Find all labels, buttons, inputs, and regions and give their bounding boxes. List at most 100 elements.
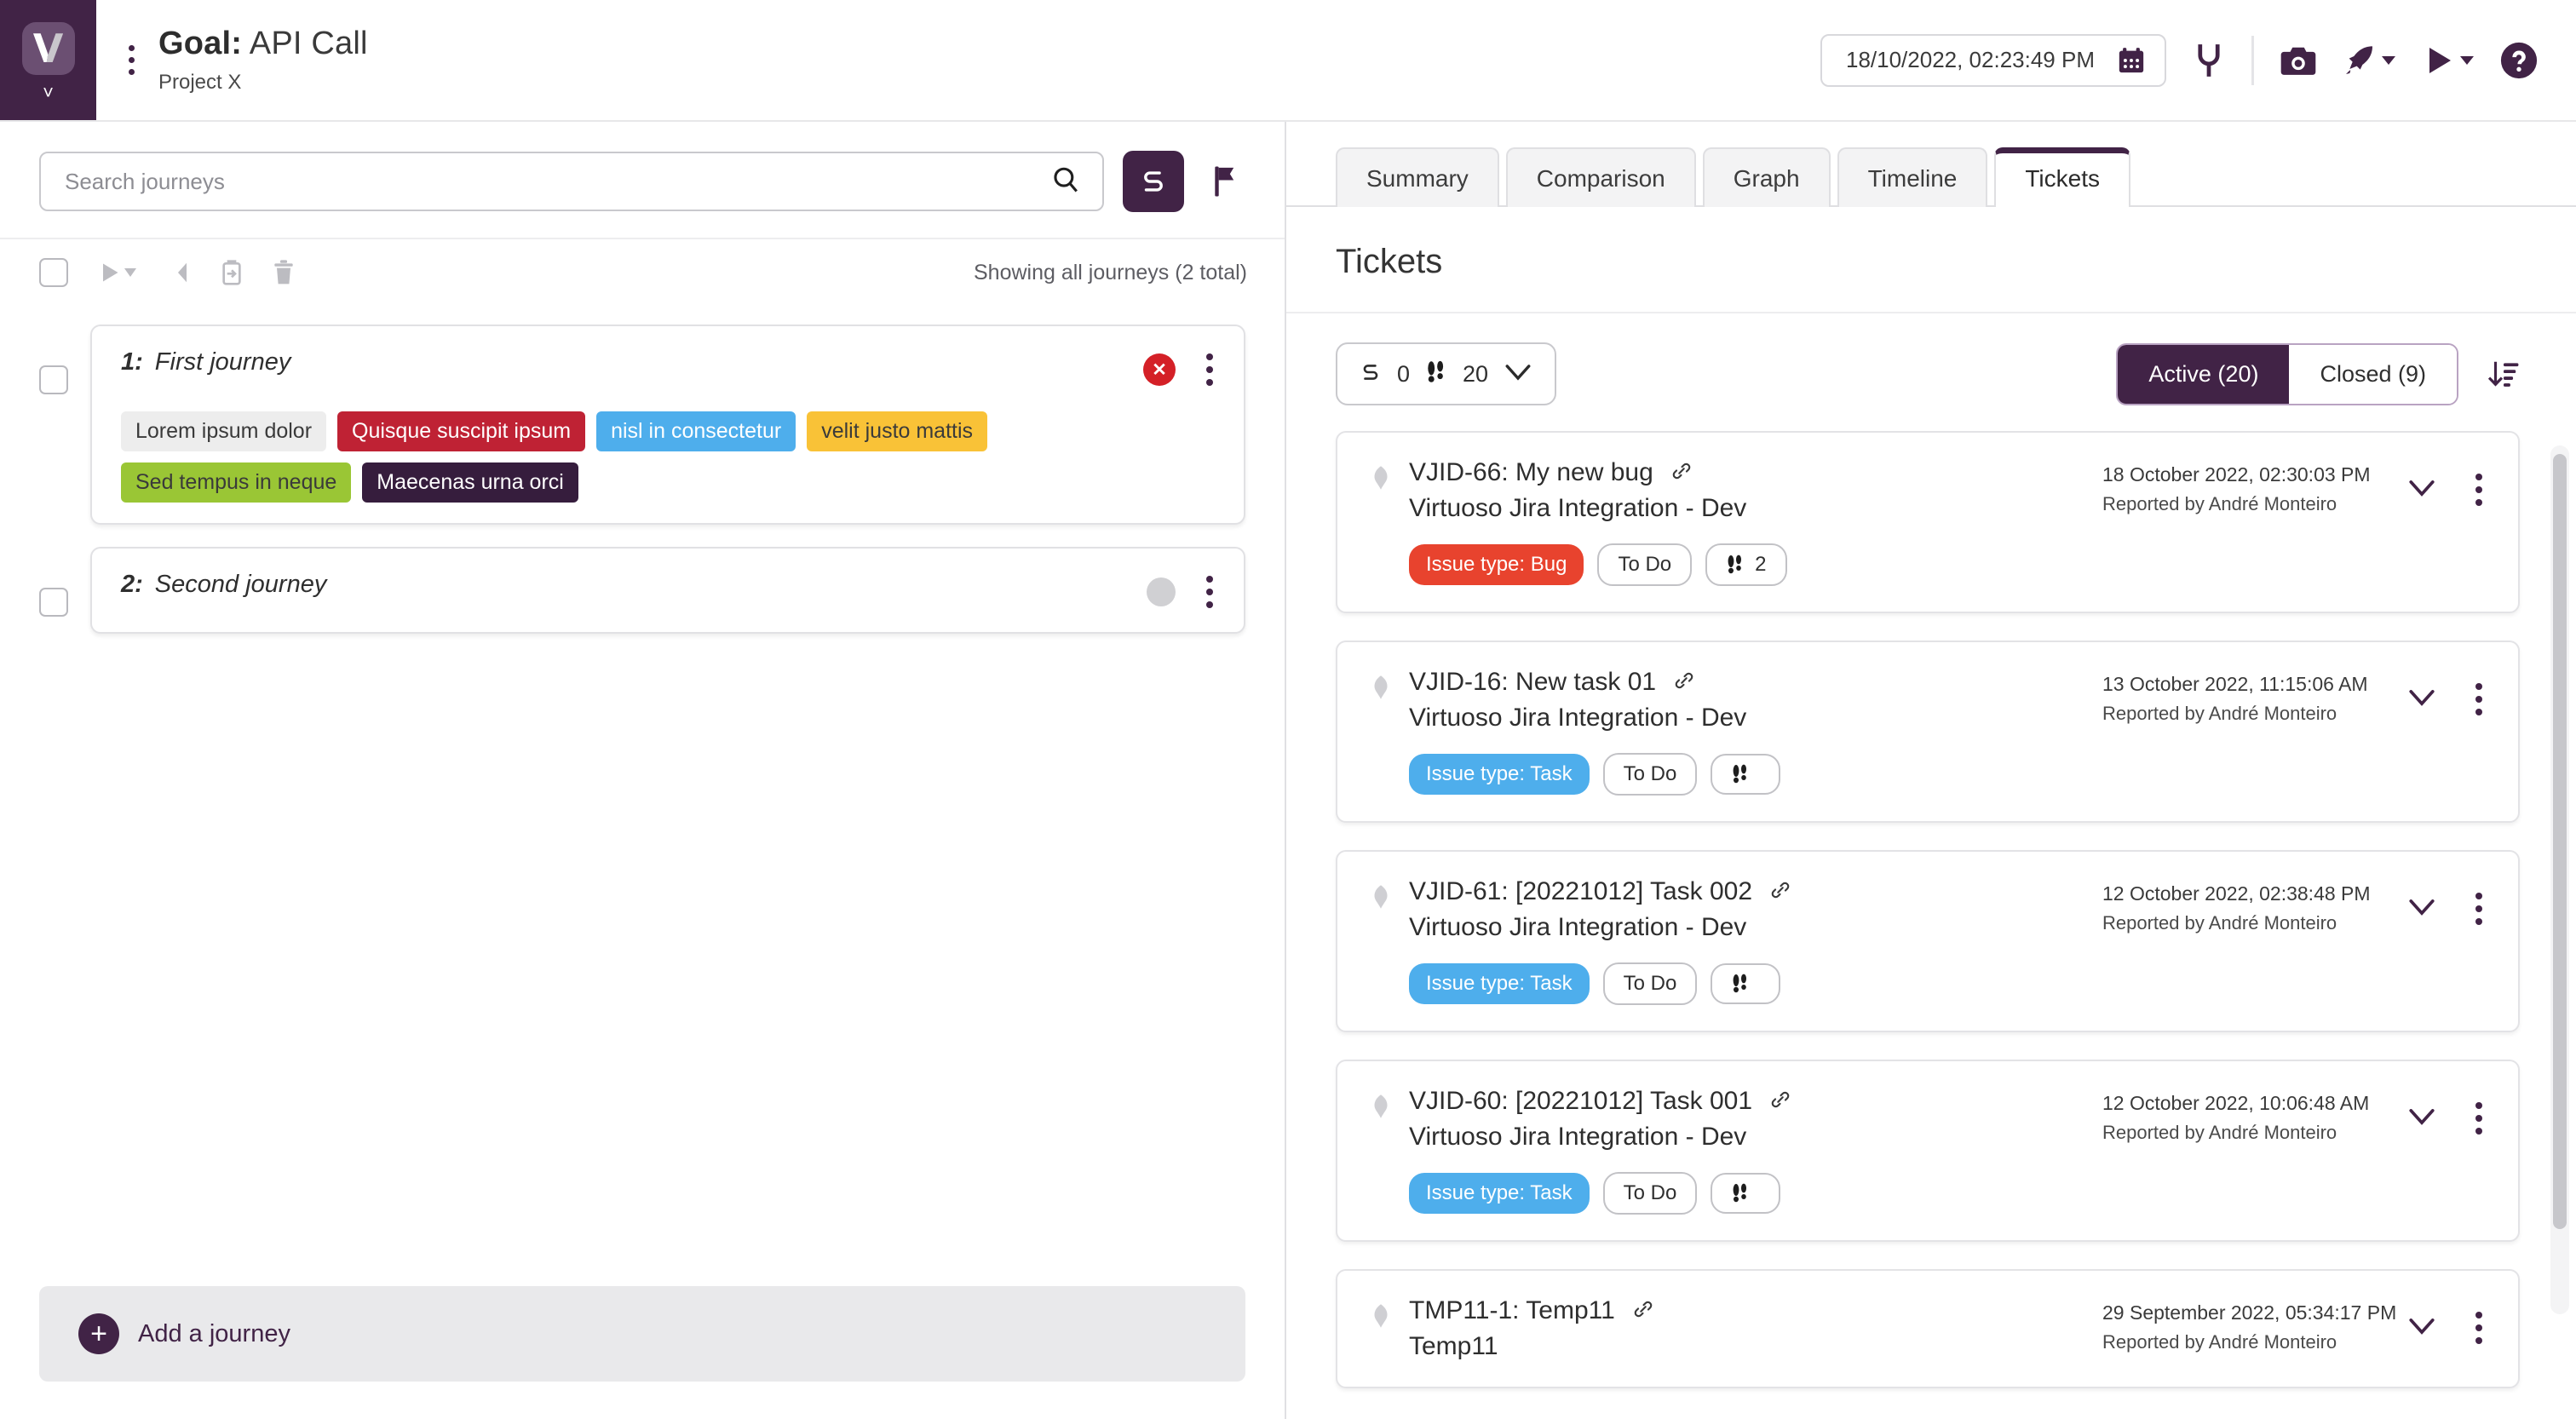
journey-tag[interactable]: Sed tempus in neque (121, 462, 351, 503)
chevron-down-icon[interactable] (1504, 362, 1532, 387)
rocket-icon[interactable] (2343, 43, 2377, 78)
delete-icon[interactable] (273, 259, 295, 286)
issue-type-chip[interactable]: Issue type: Task (1409, 1173, 1590, 1214)
ticket-menu-kebab-icon[interactable] (2469, 680, 2489, 719)
journey-tag[interactable]: Maecenas urna orci (362, 462, 578, 503)
segment-closed[interactable]: Closed (9) (2289, 345, 2457, 404)
journey-tag[interactable]: velit justo mattis (807, 411, 987, 451)
logo-rail[interactable]: V ˅ (0, 0, 96, 120)
status-badge-idle[interactable] (1147, 577, 1176, 606)
camera-icon[interactable] (2280, 44, 2317, 77)
journey-tag[interactable]: Quisque suscipit ipsum (337, 411, 585, 451)
search-input-wrapper[interactable] (39, 152, 1104, 211)
journey-checkbox[interactable] (39, 588, 68, 617)
ticket-card[interactable]: VJID-66: My new bug Virtuoso Jira Integr… (1336, 431, 2520, 613)
tag-icon[interactable] (165, 260, 191, 285)
ticket-steps-chip[interactable] (1711, 1173, 1780, 1214)
run-journeys-icon[interactable] (97, 261, 136, 284)
journey-card[interactable]: 1:First journey ✕ Lorem ipsum dolor Quis… (90, 325, 1245, 525)
tab-timeline[interactable]: Timeline (1837, 147, 1988, 207)
ticket-steps-chip[interactable]: 2 (1705, 543, 1786, 586)
chevron-down-icon[interactable] (2382, 56, 2395, 65)
journey-menu-kebab-icon[interactable] (1199, 350, 1220, 389)
tuning-fork-icon[interactable] (2192, 42, 2226, 79)
link-icon[interactable] (1769, 879, 1791, 905)
app-logo[interactable]: V (22, 22, 75, 75)
ticket-meta: 12 October 2022, 02:38:48 PM Reported by… (2017, 877, 2407, 934)
jira-icon (1370, 1303, 1392, 1361)
expand-ticket-chevron-down-icon[interactable] (2407, 687, 2436, 712)
journey-checkbox[interactable] (39, 365, 68, 394)
link-icon[interactable] (1769, 1089, 1791, 1115)
expand-ticket-chevron-down-icon[interactable] (2407, 1106, 2436, 1131)
ticket-card[interactable]: VJID-16: New task 01 Virtuoso Jira Integ… (1336, 641, 2520, 823)
ticket-title-row: VJID-60: [20221012] Task 001 (1409, 1087, 1791, 1116)
ticket-meta: 13 October 2022, 11:15:06 AM Reported by… (2017, 668, 2407, 725)
ticket-meta: 12 October 2022, 10:06:48 AM Reported by… (2017, 1087, 2407, 1144)
flag-icon[interactable] (1203, 156, 1247, 207)
ticket-steps-chip[interactable] (1711, 754, 1780, 795)
toolbar-divider (2251, 36, 2254, 85)
duplicate-icon[interactable] (220, 259, 244, 286)
ticket-status-chip[interactable]: To Do (1603, 753, 1698, 796)
help-icon[interactable] (2499, 41, 2539, 80)
active-closed-toggle: Active (20) Closed (9) (2116, 343, 2458, 405)
ticket-project: Virtuoso Jira Integration - Dev (1409, 913, 1791, 942)
expand-ticket-chevron-down-icon[interactable] (2407, 1316, 2436, 1341)
ticket-steps-count: 2 (1755, 553, 1766, 577)
ticket-status-chip[interactable]: To Do (1603, 1172, 1698, 1215)
ticket-date: 12 October 2022, 02:38:48 PM (2102, 882, 2407, 905)
expand-ticket-chevron-down-icon[interactable] (2407, 897, 2436, 922)
segment-active[interactable]: Active (20) (2118, 345, 2289, 404)
tab-graph[interactable]: Graph (1703, 147, 1831, 207)
ticket-menu-kebab-icon[interactable] (2469, 470, 2489, 509)
ticket-chips: Issue type: Task To Do (1409, 962, 1791, 1005)
ticket-status-chip[interactable]: To Do (1603, 962, 1698, 1005)
expand-ticket-chevron-down-icon[interactable] (2407, 478, 2436, 503)
status-badge-error[interactable]: ✕ (1143, 353, 1176, 386)
counts-dropdown[interactable]: 0 20 (1336, 342, 1556, 405)
tab-comparison[interactable]: Comparison (1506, 147, 1696, 207)
issue-type-chip[interactable]: Issue type: Task (1409, 754, 1590, 795)
chevron-down-icon[interactable] (2460, 56, 2474, 65)
tickets-scrollbar[interactable] (2550, 445, 2569, 1314)
journey-tag[interactable]: nisl in consectetur (596, 411, 796, 451)
play-menu[interactable] (2421, 43, 2474, 78)
ticket-card[interactable]: TMP11-1: Temp11 Temp11 29 Septe (1336, 1269, 2520, 1388)
ticket-menu-kebab-icon[interactable] (2469, 1308, 2489, 1347)
journey-tag[interactable]: Lorem ipsum dolor (121, 411, 326, 451)
select-all-checkbox[interactable] (39, 258, 68, 287)
chevron-down-icon[interactable]: ˅ (43, 83, 54, 102)
journey-menu-kebab-icon[interactable] (1199, 572, 1220, 612)
issue-type-chip[interactable]: Issue type: Task (1409, 963, 1590, 1004)
calendar-icon[interactable] (2117, 46, 2146, 75)
details-panel: Summary Comparison Graph Timeline Ticket… (1286, 122, 2576, 1419)
link-icon[interactable] (1673, 669, 1695, 696)
ticket-steps-chip[interactable] (1711, 963, 1780, 1004)
ticket-menu-kebab-icon[interactable] (2469, 889, 2489, 928)
title-zone: Goal: API Call Project X (96, 0, 368, 120)
tab-summary[interactable]: Summary (1336, 147, 1499, 207)
ticket-menu-kebab-icon[interactable] (2469, 1099, 2489, 1138)
tickets-scrollbar-thumb[interactable] (2553, 454, 2567, 1229)
tab-tickets[interactable]: Tickets (1994, 147, 2130, 207)
rocket-menu[interactable] (2343, 43, 2395, 78)
goal-menu-kebab-icon[interactable] (124, 40, 140, 80)
add-journey-button[interactable]: + Add a journey (39, 1286, 1245, 1382)
issue-type-chip[interactable]: Issue type: Bug (1409, 544, 1584, 585)
datetime-picker[interactable]: 18/10/2022, 02:23:49 PM (1820, 34, 2166, 87)
play-icon[interactable] (2421, 43, 2455, 78)
ticket-status-chip[interactable]: To Do (1597, 543, 1692, 586)
ticket-card[interactable]: VJID-60: [20221012] Task 001 Virtuoso Ji… (1336, 1060, 2520, 1242)
search-input[interactable] (65, 169, 1051, 195)
link-icon[interactable] (1632, 1298, 1654, 1324)
link-icon[interactable] (1670, 460, 1693, 486)
ticket-main: VJID-60: [20221012] Task 001 Virtuoso Ji… (1370, 1087, 2017, 1215)
sort-descending-icon[interactable] (2487, 358, 2520, 390)
goal-name: API Call (250, 26, 368, 61)
search-icon[interactable] (1051, 165, 1080, 198)
steps-toggle-button[interactable] (1123, 151, 1184, 212)
journey-card[interactable]: 2:Second journey (90, 547, 1245, 634)
ticket-card[interactable]: VJID-61: [20221012] Task 002 Virtuoso Ji… (1336, 850, 2520, 1032)
panel-title: Tickets (1336, 243, 2527, 281)
